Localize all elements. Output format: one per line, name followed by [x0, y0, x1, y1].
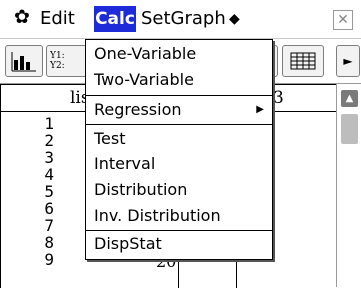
row-number: 4 [44, 165, 54, 184]
menu-item-test[interactable]: Test [86, 126, 272, 152]
row-number: 1 [44, 114, 54, 133]
graph-editor-button[interactable]: Y1: Y2: [46, 45, 88, 77]
scroll-up-icon[interactable]: ▲ [341, 90, 358, 107]
menu-item-two-variable[interactable]: Two-Variable [86, 67, 272, 93]
menu-item-one-variable[interactable]: One-Variable [86, 41, 272, 67]
menu-calc[interactable]: Calc [94, 6, 136, 32]
scroll-thumb[interactable] [341, 114, 358, 144]
menu-item-label: Distribution [94, 180, 188, 199]
menu-separator [86, 95, 272, 96]
menu-item-label: Interval [94, 154, 156, 173]
button-line-1: Y1: [50, 51, 65, 61]
calc-dropdown-menu: One-Variable Two-Variable Regression ▶ Te… [85, 39, 273, 260]
menu-diamond-icon[interactable]: ◆ [229, 8, 240, 30]
row-number: 9 [44, 250, 54, 269]
submenu-arrow-icon: ▶ [256, 104, 264, 115]
menu-item-distribution[interactable]: Distribution [86, 177, 272, 203]
row-number: 3 [44, 148, 54, 167]
menu-edit[interactable]: Edit [40, 8, 75, 30]
row-number: 5 [44, 182, 54, 201]
menu-bar: ✿ Edit Calc SetGraph ◆ ✕ [0, 0, 361, 39]
row-number: 8 [44, 233, 54, 252]
menu-item-label: One-Variable [94, 44, 197, 63]
table-grid-icon [290, 52, 316, 70]
menu-item-inv-distribution[interactable]: Inv. Distribution [86, 203, 272, 229]
menu-item-label: DispStat [94, 234, 162, 253]
grid-line [0, 85, 1, 288]
row-number: 7 [44, 216, 54, 235]
stat-table-button[interactable] [282, 45, 324, 77]
menu-item-label: Inv. Distribution [94, 206, 221, 225]
row-number: 6 [44, 199, 54, 218]
close-icon[interactable]: ✕ [333, 10, 353, 30]
bar-chart-icon [11, 52, 36, 72]
settings-gear-icon[interactable]: ✿ [14, 6, 30, 28]
menu-separator [86, 124, 272, 125]
menu-item-dispstat[interactable]: DispStat [86, 231, 272, 257]
menu-item-interval[interactable]: Interval [86, 151, 272, 177]
menu-item-label: Test [94, 129, 126, 148]
button-line-2: Y2: [50, 61, 65, 71]
toolbar-scroll-right-icon[interactable]: ► [336, 45, 360, 77]
row-number: 2 [44, 131, 54, 150]
column-header-list3[interactable]: 3 [273, 88, 284, 108]
menu-item-label: Regression [94, 100, 182, 119]
menu-item-regression[interactable]: Regression ▶ [86, 97, 272, 123]
menu-setgraph[interactable]: SetGraph [141, 8, 226, 30]
vertical-scrollbar[interactable]: ▲ [336, 84, 361, 287]
menu-item-label: Two-Variable [94, 70, 194, 89]
graph-button[interactable] [5, 45, 43, 77]
